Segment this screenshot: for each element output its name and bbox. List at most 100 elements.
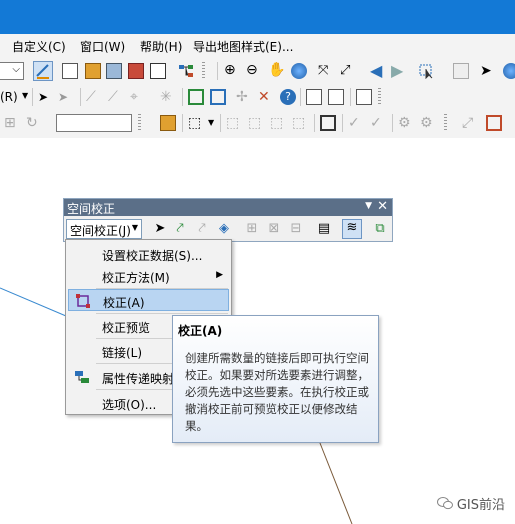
- align-edge-icon[interactable]: ⬚: [270, 115, 286, 131]
- chevron-down-icon[interactable]: ▼: [208, 118, 214, 127]
- toolbar-grip[interactable]: [444, 114, 447, 132]
- editor-menu-label[interactable]: (R): [0, 90, 18, 104]
- straight-segment-icon[interactable]: ⟋: [86, 89, 102, 105]
- toolbar-grip[interactable]: [202, 62, 205, 80]
- multiple-displacement-links-icon[interactable]: ◈: [216, 221, 232, 237]
- spatial-adjustment-titlebar[interactable]: 空间校正 ▼ ✕: [64, 199, 392, 216]
- toolbar-separator: [32, 88, 33, 106]
- modify-link-icon[interactable]: ⤤: [194, 221, 210, 237]
- map-topology-icon[interactable]: [320, 115, 336, 131]
- fix-topology-error-icon[interactable]: ⚙: [398, 115, 414, 131]
- point-icon[interactable]: ✳: [160, 89, 176, 105]
- chevron-down-icon: ⌵: [12, 64, 20, 75]
- generalize-icon[interactable]: ⬚: [292, 115, 308, 131]
- new-limited-adjustment-area-icon[interactable]: ⊠: [266, 221, 282, 237]
- menu-item-set-adjust-data[interactable]: 设置校正数据(S)...: [68, 243, 229, 265]
- layer-tree-icon[interactable]: [178, 63, 194, 79]
- menu-item-label: 设置校正数据(S)...: [102, 249, 203, 263]
- attributes-window-icon[interactable]: [306, 89, 322, 105]
- clear-limited-adjustment-area-icon[interactable]: ⊟: [288, 221, 304, 237]
- menu-export-map-style[interactable]: 导出地图样式(E)...: [193, 38, 293, 55]
- toolbar-grip[interactable]: [138, 114, 141, 132]
- menu-item-adjustment-methods[interactable]: 校正方法(M) ▶: [68, 265, 229, 287]
- close-icon[interactable]: ✕: [377, 199, 388, 214]
- spatial-adjustment-title: 空间校正: [67, 202, 116, 216]
- fixed-zoom-out-icon[interactable]: ⤢: [340, 63, 356, 79]
- spatial-adjustment-menu-label: 空间校正(J): [70, 224, 131, 238]
- new-displacement-link-icon[interactable]: ⤤: [172, 221, 188, 237]
- tooltip-title: 校正(A): [178, 324, 223, 338]
- title-bar: [0, 0, 515, 34]
- menu-item-label: 校正方法(M): [102, 271, 170, 285]
- attribute-table-icon[interactable]: [62, 63, 78, 79]
- full-extent-globe-icon[interactable]: [291, 63, 307, 79]
- reshape-feature-icon[interactable]: [210, 89, 226, 105]
- forward-arrow-icon[interactable]: ▶: [391, 63, 407, 79]
- rotate-tool-icon[interactable]: ?: [280, 89, 296, 105]
- layer-combo[interactable]: [56, 114, 132, 132]
- attribute-transfer-icon[interactable]: ⧉: [372, 221, 388, 237]
- cut-polygons-icon[interactable]: ✢: [236, 89, 252, 105]
- back-arrow-icon[interactable]: ◀: [370, 63, 386, 79]
- edit-vertices-icon[interactable]: [188, 89, 204, 105]
- menu-customize[interactable]: 自定义(C): [12, 38, 66, 55]
- editor-toolbar-icon[interactable]: [33, 61, 53, 81]
- adjust-icon: [75, 293, 91, 309]
- chevron-down-icon[interactable]: ▼: [22, 91, 28, 100]
- select-features-icon[interactable]: [418, 63, 434, 80]
- menu-item-adjust[interactable]: 校正(A): [68, 289, 229, 311]
- python-icon[interactable]: [128, 63, 144, 79]
- edge-match-icon[interactable]: ≋: [342, 219, 362, 239]
- toolbar-separator: [314, 114, 315, 132]
- validate-topology-icon[interactable]: ✓: [348, 115, 364, 131]
- toolbar-separator: [300, 88, 301, 106]
- sketch-properties-icon[interactable]: [328, 89, 344, 105]
- spatial-adjustment-menu-button[interactable]: 空间校正(J) ▼: [66, 219, 142, 239]
- toolbar-separator: [220, 114, 221, 132]
- split-tool-icon[interactable]: ✕: [258, 89, 274, 105]
- catalog-icon[interactable]: [85, 63, 101, 79]
- error-inspector-icon[interactable]: ⚙: [420, 115, 436, 131]
- menu-window[interactable]: 窗口(W): [80, 38, 125, 55]
- fixed-zoom-in-icon[interactable]: ⤧: [318, 63, 334, 79]
- trace-icon[interactable]: ⌖: [130, 89, 146, 105]
- select-elements-arrow-icon[interactable]: ➤: [480, 63, 496, 79]
- zoom-in-icon[interactable]: ⊕: [224, 63, 240, 79]
- watermark: GIS前沿: [436, 494, 505, 515]
- new-identity-link-icon[interactable]: ⊞: [244, 221, 260, 237]
- globe-icon[interactable]: [503, 63, 515, 79]
- shared-features-icon[interactable]: ⬚: [248, 115, 264, 131]
- georef-fit-icon[interactable]: ⤢: [462, 115, 478, 131]
- refresh-icon[interactable]: ↻: [26, 115, 42, 131]
- zoom-out-icon[interactable]: ⊖: [246, 63, 262, 79]
- model-builder-icon[interactable]: [150, 63, 166, 79]
- select-elements-icon[interactable]: ➤: [152, 221, 168, 237]
- add-control-points-icon[interactable]: [486, 115, 502, 131]
- toolbar-options-icon[interactable]: ▼: [365, 201, 372, 211]
- layout-icon[interactable]: ⊞: [4, 115, 20, 131]
- menu-help[interactable]: 帮助(H): [140, 38, 182, 55]
- topology-edit-icon[interactable]: ⬚: [226, 115, 242, 131]
- toolbox-icon[interactable]: [106, 63, 122, 79]
- scale-combo[interactable]: ⌵: [0, 62, 24, 80]
- validate-area-icon[interactable]: ✓: [370, 115, 386, 131]
- submenu-arrow-icon: ▶: [216, 270, 223, 280]
- spatial-adjustment-toolbar: 空间校正 ▼ ✕ 空间校正(J) ▼ ➤ ⤤ ⤤ ◈ ⊞ ⊠ ⊟ ▤ ≋ ⧉: [63, 198, 393, 242]
- toolbar-separator: [80, 88, 81, 106]
- create-features-icon[interactable]: [356, 89, 372, 105]
- package-icon[interactable]: [160, 115, 176, 131]
- standard-toolbar: ⌵ ⊕ ⊖ ✋ ⤧ ⤢ ◀ ▶ ➤: [0, 58, 515, 85]
- view-link-table-icon[interactable]: ▤: [316, 221, 332, 237]
- end-point-arc-icon[interactable]: ⟋: [108, 89, 124, 105]
- tooltip-body: 创建所需数量的链接后即可执行空间校正。如果要对所选要素进行调整，必须先选中这些要…: [185, 351, 369, 433]
- toolbar-separator: [217, 62, 218, 80]
- clear-selection-icon[interactable]: [453, 63, 469, 79]
- pan-hand-icon[interactable]: ✋: [268, 63, 285, 79]
- edit-tool-arrow-icon[interactable]: ➤: [38, 89, 54, 105]
- menu-item-label: 选项(O)...: [102, 398, 157, 412]
- menu-item-label: 校正(A): [103, 296, 145, 310]
- toolbar-grip[interactable]: [378, 88, 381, 106]
- edit-annotation-icon[interactable]: ➤: [58, 89, 74, 105]
- attribute-transfer-mapping-icon: [74, 369, 90, 385]
- move-to-icon[interactable]: ⬚: [188, 115, 204, 131]
